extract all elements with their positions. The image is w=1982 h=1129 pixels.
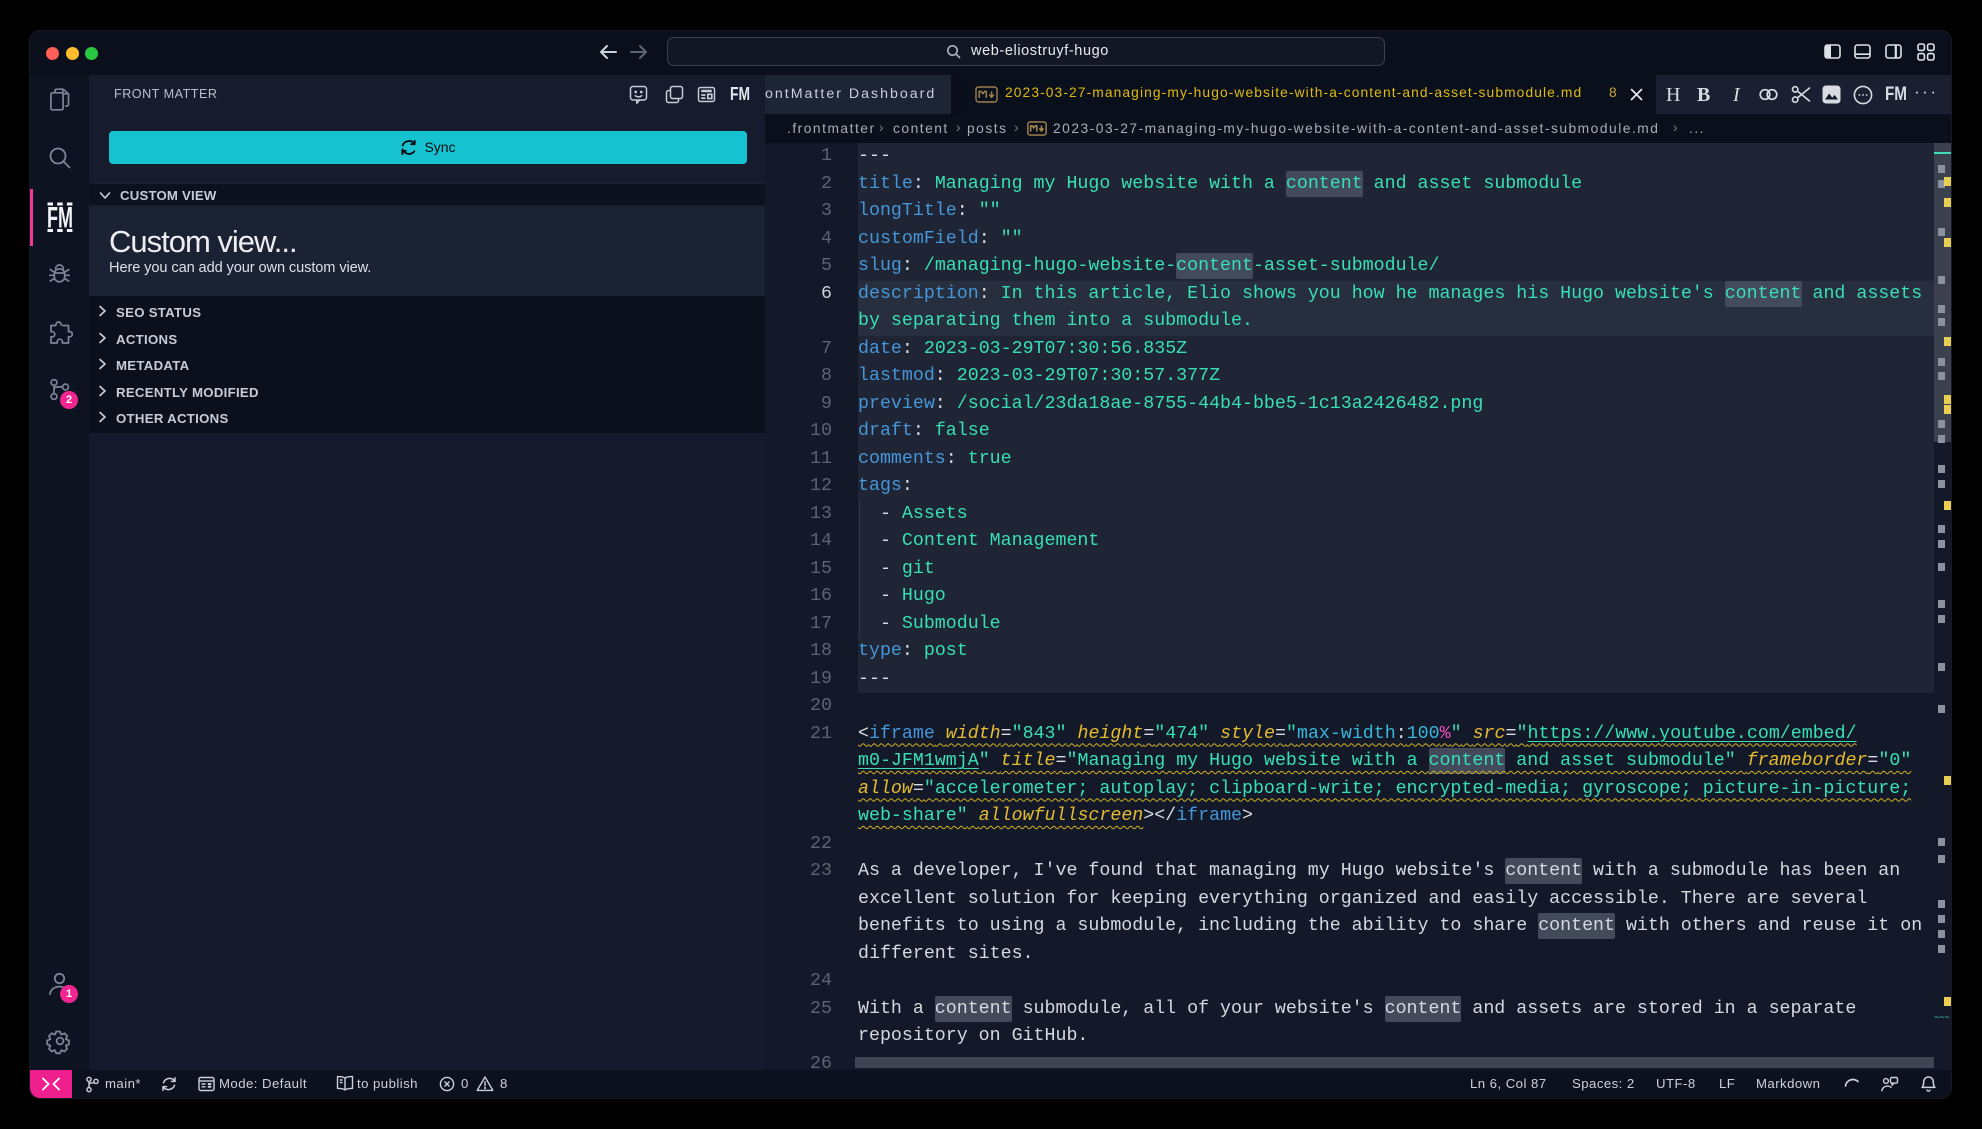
svg-text:FM: FM — [47, 202, 73, 234]
svg-text:FM: FM — [730, 84, 750, 104]
svg-text:FM: FM — [1885, 84, 1907, 104]
